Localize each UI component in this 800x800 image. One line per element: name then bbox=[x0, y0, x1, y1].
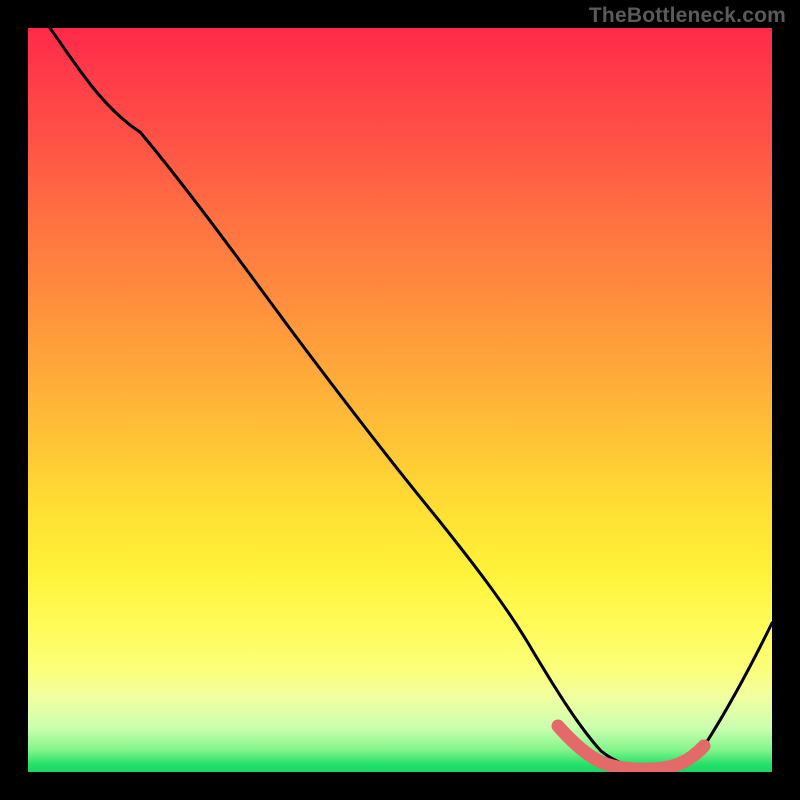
gradient-plot-area bbox=[28, 28, 772, 772]
chart-stage: TheBottleneck.com bbox=[0, 0, 800, 800]
watermark-text: TheBottleneck.com bbox=[589, 4, 786, 28]
